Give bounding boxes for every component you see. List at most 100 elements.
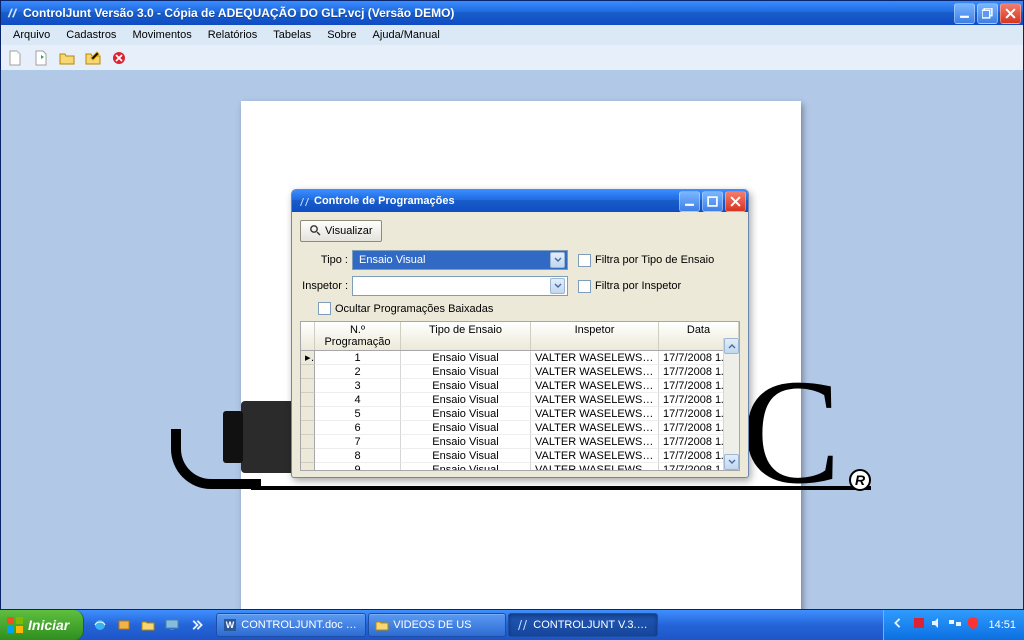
ocultar-checkbox[interactable]: Ocultar Programações Baixadas (318, 302, 740, 315)
new-arrow-icon[interactable] (31, 48, 51, 68)
dialog-minimize-button[interactable] (679, 191, 700, 212)
ql-chevron-icon[interactable] (186, 615, 206, 635)
scroll-up-icon[interactable] (724, 338, 739, 354)
menu-tabelas[interactable]: Tabelas (265, 27, 319, 43)
main-titlebar[interactable]: ControlJunt Versão 3.0 - Cópia de ADEQUA… (1, 1, 1023, 25)
system-tray[interactable]: 14:51 (883, 610, 1024, 640)
programacoes-grid: N.º Programação Tipo de Ensaio Inspetor … (300, 321, 740, 471)
task-button[interactable]: CONTROLJUNT V.3.0.0 (508, 613, 658, 637)
outlook-icon[interactable] (114, 615, 134, 635)
row-marker (301, 463, 315, 471)
ie-icon[interactable] (90, 615, 110, 635)
chevron-down-icon[interactable] (550, 252, 565, 268)
checkbox-box[interactable] (318, 302, 331, 315)
close-doc-icon[interactable] (109, 48, 129, 68)
header-num[interactable]: N.º Programação (315, 322, 401, 350)
checkbox-box[interactable] (578, 280, 591, 293)
table-row[interactable]: 6Ensaio VisualVALTER WASELEWSKE17/7/2008… (301, 421, 739, 435)
inspetor-combobox[interactable] (352, 276, 568, 296)
row-marker (301, 365, 315, 379)
dialog-titlebar[interactable]: Controle de Programações (292, 190, 748, 212)
table-row[interactable]: 7Ensaio VisualVALTER WASELEWSKE17/7/2008… (301, 435, 739, 449)
menu-cadastros[interactable]: Cadastros (58, 27, 124, 43)
window-title: ControlJunt Versão 3.0 - Cópia de ADEQUA… (23, 6, 954, 20)
table-row[interactable]: 5Ensaio VisualVALTER WASELEWSKE17/7/2008… (301, 407, 739, 421)
visualizar-button[interactable]: Visualizar (300, 220, 382, 242)
close-button[interactable] (1000, 3, 1021, 24)
cell-num: 3 (315, 379, 401, 393)
start-button[interactable]: Iniciar (0, 610, 84, 640)
app-window: ControlJunt Versão 3.0 - Cópia de ADEQUA… (0, 0, 1024, 610)
restore-button[interactable] (977, 3, 998, 24)
folder-icon[interactable] (138, 615, 158, 635)
cell-insp: VALTER WASELEWSKE (531, 435, 659, 449)
header-inspetor[interactable]: Inspetor (531, 322, 659, 350)
menu-sobre[interactable]: Sobre (319, 27, 364, 43)
client-area: R C Controle de Programações Visualizar (1, 71, 1023, 609)
task-label: VIDEOS DE US (393, 619, 471, 631)
magnifier-icon (309, 224, 321, 239)
grid-header: N.º Programação Tipo de Ensaio Inspetor … (301, 322, 739, 351)
row-marker (301, 435, 315, 449)
scroll-down-icon[interactable] (724, 454, 739, 470)
wizard-icon[interactable] (83, 48, 103, 68)
cell-insp: VALTER WASELEWSKE (531, 393, 659, 407)
checkbox-box[interactable] (578, 254, 591, 267)
filtra-tipo-label: Filtra por Tipo de Ensaio (595, 254, 714, 266)
task-button[interactable]: VIDEOS DE US (368, 613, 506, 637)
menu-movimentos[interactable]: Movimentos (124, 27, 199, 43)
tray-app-icon[interactable] (912, 616, 926, 635)
table-row[interactable]: 9Ensaio VisualVALTER WASELEWSKE17/7/2008… (301, 463, 739, 471)
logo-letter: C (741, 346, 841, 518)
table-row[interactable]: 4Ensaio VisualVALTER WASELEWSKE17/7/2008… (301, 393, 739, 407)
desktop-icon[interactable] (162, 615, 182, 635)
cell-num: 5 (315, 407, 401, 421)
dialog-controle-programacoes: Controle de Programações Visualizar Tipo… (291, 189, 749, 478)
scroll-track[interactable] (724, 354, 739, 454)
tipo-combobox[interactable]: Ensaio Visual (352, 250, 568, 270)
cell-tipo: Ensaio Visual (401, 393, 531, 407)
menu-relatorios[interactable]: Relatórios (200, 27, 266, 43)
filtra-tipo-checkbox[interactable]: Filtra por Tipo de Ensaio (578, 254, 714, 267)
grid-scrollbar[interactable] (723, 338, 739, 470)
header-marker[interactable] (301, 322, 315, 350)
ocultar-label: Ocultar Programações Baixadas (335, 303, 493, 315)
row-marker (301, 449, 315, 463)
registered-symbol: R (849, 469, 871, 491)
grid-body[interactable]: ▸1Ensaio VisualVALTER WASELEWSKE17/7/200… (301, 351, 739, 471)
dialog-maximize-button[interactable] (702, 191, 723, 212)
cell-insp: VALTER WASELEWSKE (531, 449, 659, 463)
svg-text:W: W (226, 620, 235, 630)
minimize-button[interactable] (954, 3, 975, 24)
tray-network-icon[interactable] (948, 616, 962, 635)
cell-tipo: Ensaio Visual (401, 351, 531, 365)
menu-ajuda[interactable]: Ajuda/Manual (365, 27, 448, 43)
task-buttons: W CONTROLJUNT.doc - ... VIDEOS DE US CONTRO… (212, 613, 883, 637)
menu-arquivo[interactable]: Arquivo (5, 27, 58, 43)
table-row[interactable]: 2Ensaio VisualVALTER WASELEWSKE17/7/2008… (301, 365, 739, 379)
tipo-label: Tipo : (300, 254, 352, 266)
clock[interactable]: 14:51 (988, 619, 1016, 631)
task-label: CONTROLJUNT.doc - ... (241, 619, 359, 631)
header-tipo[interactable]: Tipo de Ensaio (401, 322, 531, 350)
dialog-title: Controle de Programações (314, 195, 679, 207)
filtra-inspetor-label: Filtra por Inspetor (595, 280, 681, 292)
new-file-icon[interactable] (5, 48, 25, 68)
cell-num: 7 (315, 435, 401, 449)
table-row[interactable]: 3Ensaio VisualVALTER WASELEWSKE17/7/2008… (301, 379, 739, 393)
tray-shield-icon[interactable] (966, 616, 980, 635)
table-row[interactable]: ▸1Ensaio VisualVALTER WASELEWSKE17/7/200… (301, 351, 739, 365)
open-folder-icon[interactable] (57, 48, 77, 68)
task-button[interactable]: W CONTROLJUNT.doc - ... (216, 613, 366, 637)
cell-num: 1 (315, 351, 401, 365)
toolbar (1, 45, 1023, 71)
dialog-icon (298, 195, 310, 207)
chevron-down-icon[interactable] (550, 278, 565, 294)
dialog-close-button[interactable] (725, 191, 746, 212)
table-row[interactable]: 8Ensaio VisualVALTER WASELEWSKE17/7/2008… (301, 449, 739, 463)
cell-tipo: Ensaio Visual (401, 435, 531, 449)
filtra-inspetor-checkbox[interactable]: Filtra por Inspetor (578, 280, 681, 293)
tray-volume-icon[interactable] (930, 616, 944, 635)
task-label: CONTROLJUNT V.3.0.0 (533, 619, 651, 631)
tray-chevron-icon[interactable] (894, 616, 908, 635)
